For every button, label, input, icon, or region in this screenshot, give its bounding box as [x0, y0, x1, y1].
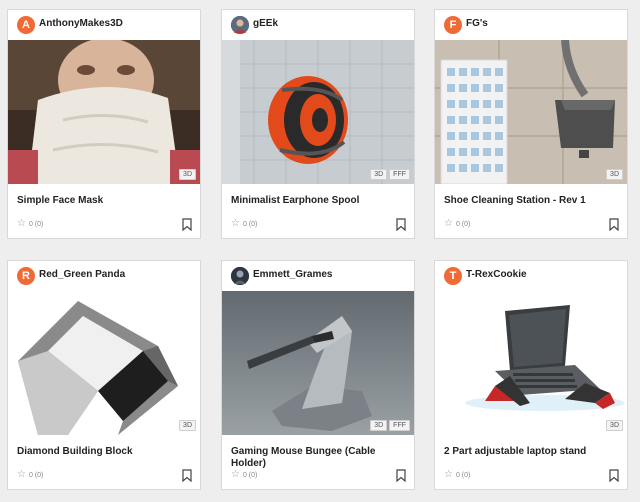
format-badge: 3D [606, 169, 623, 180]
badge-group: 3D FFF [370, 420, 410, 431]
username-link[interactable]: Emmett_Grames [253, 269, 332, 280]
model-title[interactable]: Shoe Cleaning Station - Rev 1 [444, 195, 616, 207]
model-thumbnail[interactable]: 3D [435, 40, 627, 184]
model-title[interactable]: Minimalist Earphone Spool [231, 195, 403, 207]
format-badge: 3D [606, 420, 623, 431]
model-card[interactable]: F FG's 3D Shoe Cleaning Station - Rev 1 … [434, 9, 628, 239]
star-icon[interactable]: ☆ [444, 469, 453, 481]
badge-group: 3D [606, 169, 623, 180]
model-card[interactable]: T T-RexCookie 3D 2 Part adjustable lapto… [434, 260, 628, 490]
rating-count: 0 (0) [28, 471, 44, 479]
star-icon[interactable]: ☆ [231, 218, 240, 230]
rating-row: ☆ 0 (0) [231, 218, 257, 230]
rating-count: 0 (0) [242, 471, 258, 479]
format-badge: FFF [389, 169, 410, 180]
avatar[interactable]: A [17, 16, 35, 34]
card-header: F FG's [435, 10, 627, 40]
rating-row: ☆ 0 (0) [444, 218, 470, 230]
bookmark-icon[interactable] [182, 469, 192, 482]
avatar[interactable] [231, 16, 249, 34]
format-badge: 3D [179, 169, 196, 180]
model-thumbnail[interactable]: 3D [8, 40, 200, 184]
star-icon[interactable]: ☆ [17, 218, 26, 230]
bookmark-icon[interactable] [396, 469, 406, 482]
model-thumbnail[interactable]: 3D [8, 291, 200, 435]
avatar-image [231, 267, 249, 285]
badge-group: 3D [179, 420, 196, 431]
star-icon[interactable]: ☆ [444, 218, 453, 230]
format-badge: 3D [370, 420, 388, 431]
model-title[interactable]: Simple Face Mask [17, 195, 189, 207]
username-link[interactable]: AnthonyMakes3D [39, 18, 123, 29]
username-link[interactable]: gEEk [253, 18, 278, 29]
bookmark-icon[interactable] [396, 218, 406, 231]
avatar[interactable]: R [17, 267, 35, 285]
format-badge: FFF [389, 420, 410, 431]
username-link[interactable]: Red_Green Panda [39, 269, 125, 280]
rating-count: 0 (0) [455, 220, 471, 228]
model-title[interactable]: Gaming Mouse Bungee (Cable Holder) [231, 446, 403, 470]
avatar[interactable]: T [444, 267, 462, 285]
model-card[interactable]: gEEk 3D FFF Minimalist Earphone Spool ☆ … [221, 9, 415, 239]
bookmark-icon[interactable] [609, 469, 619, 482]
card-header: Emmett_Grames [222, 261, 414, 291]
model-grid: A AnthonyMakes3D 3D Simple Face Mask ☆ 0… [0, 0, 640, 502]
model-card[interactable]: A AnthonyMakes3D 3D Simple Face Mask ☆ 0… [7, 9, 201, 239]
card-header: R Red_Green Panda [8, 261, 200, 291]
model-thumbnail[interactable]: 3D FFF [222, 291, 414, 435]
card-header: T T-RexCookie [435, 261, 627, 291]
badge-group: 3D FFF [370, 169, 410, 180]
rating-row: ☆ 0 (0) [444, 469, 470, 481]
rating-count: 0 (0) [455, 471, 471, 479]
badge-group: 3D [179, 169, 196, 180]
model-card[interactable]: Emmett_Grames 3D FFF Gaming Mouse Bungee… [221, 260, 415, 490]
model-card[interactable]: R Red_Green Panda 3D Diamond Building Bl… [7, 260, 201, 490]
avatar[interactable] [231, 267, 249, 285]
model-title[interactable]: Diamond Building Block [17, 446, 189, 458]
star-icon[interactable]: ☆ [231, 469, 240, 481]
rating-row: ☆ 0 (0) [231, 469, 257, 481]
model-thumbnail[interactable]: 3D FFF [222, 40, 414, 184]
card-header: gEEk [222, 10, 414, 40]
rating-row: ☆ 0 (0) [17, 218, 43, 230]
card-header: A AnthonyMakes3D [8, 10, 200, 40]
bookmark-icon[interactable] [182, 218, 192, 231]
avatar-image [231, 16, 249, 34]
rating-count: 0 (0) [28, 220, 44, 228]
format-badge: 3D [370, 169, 388, 180]
badge-group: 3D [606, 420, 623, 431]
format-badge: 3D [179, 420, 196, 431]
model-title[interactable]: 2 Part adjustable laptop stand [444, 446, 616, 458]
star-icon[interactable]: ☆ [17, 469, 26, 481]
rating-count: 0 (0) [242, 220, 258, 228]
rating-row: ☆ 0 (0) [17, 469, 43, 481]
avatar[interactable]: F [444, 16, 462, 34]
username-link[interactable]: FG's [466, 18, 488, 29]
model-thumbnail[interactable]: 3D [435, 291, 627, 435]
username-link[interactable]: T-RexCookie [466, 269, 527, 280]
bookmark-icon[interactable] [609, 218, 619, 231]
